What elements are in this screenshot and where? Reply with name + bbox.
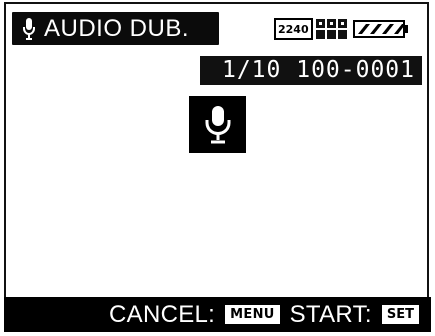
cancel-label: CANCEL: (109, 300, 216, 328)
battery-icon (352, 20, 408, 38)
quality-icon (315, 19, 347, 39)
bottom-action-bar: CANCEL: MENU START: SET (4, 297, 431, 332)
audio-dub-screen: AUDIO DUB. 2240 1/10 100-0001 CANCEL: ME… (0, 0, 435, 336)
start-label: START: (289, 300, 372, 328)
screen-title: AUDIO DUB. (44, 14, 190, 42)
menu-button[interactable]: MENU (223, 303, 282, 326)
set-button[interactable]: SET (379, 303, 421, 326)
status-indicators: 2240 (274, 16, 413, 42)
microphone-icon (20, 17, 38, 41)
title-bar: AUDIO DUB. (12, 12, 219, 45)
center-microphone-indicator (189, 96, 246, 153)
display-frame (4, 2, 429, 332)
microphone-icon (205, 105, 230, 143)
resolution-badge: 2240 (274, 18, 313, 40)
image-counter: 1/10 100-0001 (200, 56, 422, 85)
